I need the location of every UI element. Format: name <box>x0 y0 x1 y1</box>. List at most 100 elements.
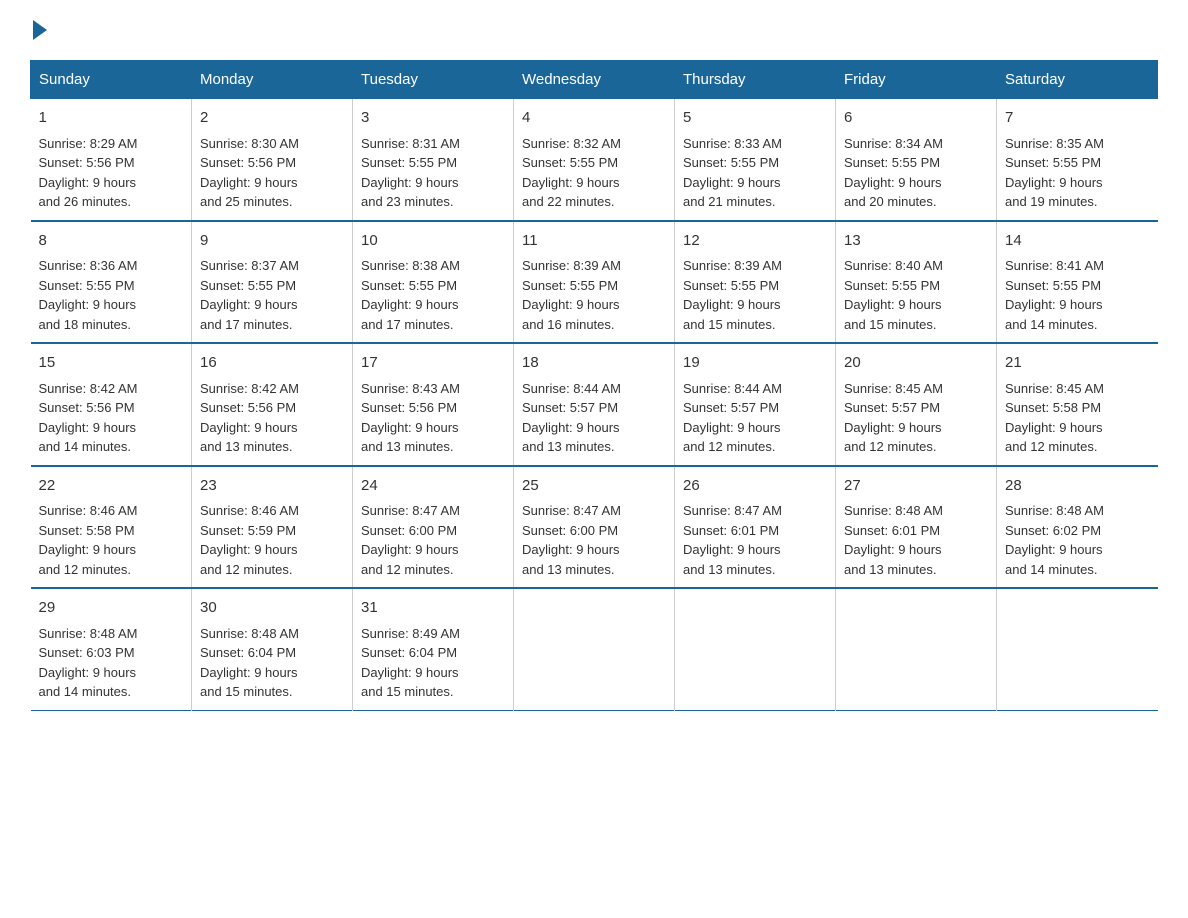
calendar-cell: 10 Sunrise: 8:38 AM Sunset: 5:55 PM Dayl… <box>353 221 514 344</box>
calendar-cell: 16 Sunrise: 8:42 AM Sunset: 5:56 PM Dayl… <box>192 343 353 466</box>
day-info: Sunrise: 8:48 AM Sunset: 6:04 PM Dayligh… <box>200 624 344 702</box>
calendar-cell: 18 Sunrise: 8:44 AM Sunset: 5:57 PM Dayl… <box>514 343 675 466</box>
day-number: 24 <box>361 475 505 498</box>
day-number: 30 <box>200 597 344 620</box>
day-info: Sunrise: 8:45 AM Sunset: 5:57 PM Dayligh… <box>844 379 988 457</box>
weekday-header-thursday: Thursday <box>675 61 836 99</box>
day-number: 13 <box>844 230 988 253</box>
day-number: 19 <box>683 352 827 375</box>
calendar-cell: 26 Sunrise: 8:47 AM Sunset: 6:01 PM Dayl… <box>675 466 836 589</box>
day-info: Sunrise: 8:37 AM Sunset: 5:55 PM Dayligh… <box>200 256 344 334</box>
day-number: 8 <box>39 230 184 253</box>
calendar-cell: 13 Sunrise: 8:40 AM Sunset: 5:55 PM Dayl… <box>836 221 997 344</box>
day-info: Sunrise: 8:47 AM Sunset: 6:00 PM Dayligh… <box>361 501 505 579</box>
calendar-cell: 31 Sunrise: 8:49 AM Sunset: 6:04 PM Dayl… <box>353 588 514 710</box>
calendar-cell: 27 Sunrise: 8:48 AM Sunset: 6:01 PM Dayl… <box>836 466 997 589</box>
calendar-week-row: 1 Sunrise: 8:29 AM Sunset: 5:56 PM Dayli… <box>31 99 1158 221</box>
day-info: Sunrise: 8:49 AM Sunset: 6:04 PM Dayligh… <box>361 624 505 702</box>
calendar-week-row: 29 Sunrise: 8:48 AM Sunset: 6:03 PM Dayl… <box>31 588 1158 710</box>
calendar-cell: 5 Sunrise: 8:33 AM Sunset: 5:55 PM Dayli… <box>675 99 836 221</box>
day-info: Sunrise: 8:38 AM Sunset: 5:55 PM Dayligh… <box>361 256 505 334</box>
day-number: 21 <box>1005 352 1150 375</box>
day-number: 2 <box>200 107 344 130</box>
calendar-cell: 4 Sunrise: 8:32 AM Sunset: 5:55 PM Dayli… <box>514 99 675 221</box>
day-number: 15 <box>39 352 184 375</box>
calendar-cell <box>997 588 1158 710</box>
day-number: 4 <box>522 107 666 130</box>
day-number: 9 <box>200 230 344 253</box>
day-info: Sunrise: 8:46 AM Sunset: 5:59 PM Dayligh… <box>200 501 344 579</box>
calendar-cell: 1 Sunrise: 8:29 AM Sunset: 5:56 PM Dayli… <box>31 99 192 221</box>
day-info: Sunrise: 8:45 AM Sunset: 5:58 PM Dayligh… <box>1005 379 1150 457</box>
weekday-header-tuesday: Tuesday <box>353 61 514 99</box>
day-number: 27 <box>844 475 988 498</box>
day-number: 20 <box>844 352 988 375</box>
day-info: Sunrise: 8:47 AM Sunset: 6:00 PM Dayligh… <box>522 501 666 579</box>
calendar-cell: 11 Sunrise: 8:39 AM Sunset: 5:55 PM Dayl… <box>514 221 675 344</box>
calendar-cell: 2 Sunrise: 8:30 AM Sunset: 5:56 PM Dayli… <box>192 99 353 221</box>
weekday-header-sunday: Sunday <box>31 61 192 99</box>
day-number: 1 <box>39 107 184 130</box>
day-number: 12 <box>683 230 827 253</box>
day-info: Sunrise: 8:31 AM Sunset: 5:55 PM Dayligh… <box>361 134 505 212</box>
calendar-cell: 15 Sunrise: 8:42 AM Sunset: 5:56 PM Dayl… <box>31 343 192 466</box>
day-number: 16 <box>200 352 344 375</box>
day-info: Sunrise: 8:35 AM Sunset: 5:55 PM Dayligh… <box>1005 134 1150 212</box>
day-info: Sunrise: 8:48 AM Sunset: 6:01 PM Dayligh… <box>844 501 988 579</box>
day-info: Sunrise: 8:30 AM Sunset: 5:56 PM Dayligh… <box>200 134 344 212</box>
day-number: 26 <box>683 475 827 498</box>
day-info: Sunrise: 8:41 AM Sunset: 5:55 PM Dayligh… <box>1005 256 1150 334</box>
calendar-table: SundayMondayTuesdayWednesdayThursdayFrid… <box>30 60 1158 711</box>
day-number: 31 <box>361 597 505 620</box>
day-number: 10 <box>361 230 505 253</box>
calendar-cell: 20 Sunrise: 8:45 AM Sunset: 5:57 PM Dayl… <box>836 343 997 466</box>
calendar-cell: 25 Sunrise: 8:47 AM Sunset: 6:00 PM Dayl… <box>514 466 675 589</box>
day-number: 6 <box>844 107 988 130</box>
calendar-week-row: 8 Sunrise: 8:36 AM Sunset: 5:55 PM Dayli… <box>31 221 1158 344</box>
calendar-cell: 22 Sunrise: 8:46 AM Sunset: 5:58 PM Dayl… <box>31 466 192 589</box>
day-number: 25 <box>522 475 666 498</box>
day-number: 17 <box>361 352 505 375</box>
calendar-cell: 19 Sunrise: 8:44 AM Sunset: 5:57 PM Dayl… <box>675 343 836 466</box>
day-info: Sunrise: 8:42 AM Sunset: 5:56 PM Dayligh… <box>39 379 184 457</box>
day-info: Sunrise: 8:48 AM Sunset: 6:02 PM Dayligh… <box>1005 501 1150 579</box>
calendar-week-row: 15 Sunrise: 8:42 AM Sunset: 5:56 PM Dayl… <box>31 343 1158 466</box>
logo-arrow-icon <box>33 20 47 40</box>
day-info: Sunrise: 8:39 AM Sunset: 5:55 PM Dayligh… <box>522 256 666 334</box>
day-number: 14 <box>1005 230 1150 253</box>
calendar-cell: 7 Sunrise: 8:35 AM Sunset: 5:55 PM Dayli… <box>997 99 1158 221</box>
logo <box>30 20 47 40</box>
calendar-cell <box>675 588 836 710</box>
weekday-header-friday: Friday <box>836 61 997 99</box>
calendar-cell: 28 Sunrise: 8:48 AM Sunset: 6:02 PM Dayl… <box>997 466 1158 589</box>
day-info: Sunrise: 8:43 AM Sunset: 5:56 PM Dayligh… <box>361 379 505 457</box>
day-number: 3 <box>361 107 505 130</box>
calendar-cell: 3 Sunrise: 8:31 AM Sunset: 5:55 PM Dayli… <box>353 99 514 221</box>
calendar-cell: 12 Sunrise: 8:39 AM Sunset: 5:55 PM Dayl… <box>675 221 836 344</box>
day-info: Sunrise: 8:34 AM Sunset: 5:55 PM Dayligh… <box>844 134 988 212</box>
weekday-header-monday: Monday <box>192 61 353 99</box>
day-number: 7 <box>1005 107 1150 130</box>
day-info: Sunrise: 8:47 AM Sunset: 6:01 PM Dayligh… <box>683 501 827 579</box>
page-header <box>30 20 1158 40</box>
calendar-cell: 9 Sunrise: 8:37 AM Sunset: 5:55 PM Dayli… <box>192 221 353 344</box>
calendar-cell: 14 Sunrise: 8:41 AM Sunset: 5:55 PM Dayl… <box>997 221 1158 344</box>
calendar-cell: 24 Sunrise: 8:47 AM Sunset: 6:00 PM Dayl… <box>353 466 514 589</box>
calendar-cell: 6 Sunrise: 8:34 AM Sunset: 5:55 PM Dayli… <box>836 99 997 221</box>
day-number: 29 <box>39 597 184 620</box>
day-info: Sunrise: 8:36 AM Sunset: 5:55 PM Dayligh… <box>39 256 184 334</box>
day-number: 18 <box>522 352 666 375</box>
calendar-cell: 30 Sunrise: 8:48 AM Sunset: 6:04 PM Dayl… <box>192 588 353 710</box>
day-info: Sunrise: 8:48 AM Sunset: 6:03 PM Dayligh… <box>39 624 184 702</box>
day-info: Sunrise: 8:39 AM Sunset: 5:55 PM Dayligh… <box>683 256 827 334</box>
day-number: 11 <box>522 230 666 253</box>
day-info: Sunrise: 8:42 AM Sunset: 5:56 PM Dayligh… <box>200 379 344 457</box>
weekday-header-wednesday: Wednesday <box>514 61 675 99</box>
calendar-cell: 17 Sunrise: 8:43 AM Sunset: 5:56 PM Dayl… <box>353 343 514 466</box>
calendar-cell: 29 Sunrise: 8:48 AM Sunset: 6:03 PM Dayl… <box>31 588 192 710</box>
day-info: Sunrise: 8:44 AM Sunset: 5:57 PM Dayligh… <box>683 379 827 457</box>
day-info: Sunrise: 8:29 AM Sunset: 5:56 PM Dayligh… <box>39 134 184 212</box>
calendar-cell: 21 Sunrise: 8:45 AM Sunset: 5:58 PM Dayl… <box>997 343 1158 466</box>
day-info: Sunrise: 8:44 AM Sunset: 5:57 PM Dayligh… <box>522 379 666 457</box>
day-number: 5 <box>683 107 827 130</box>
